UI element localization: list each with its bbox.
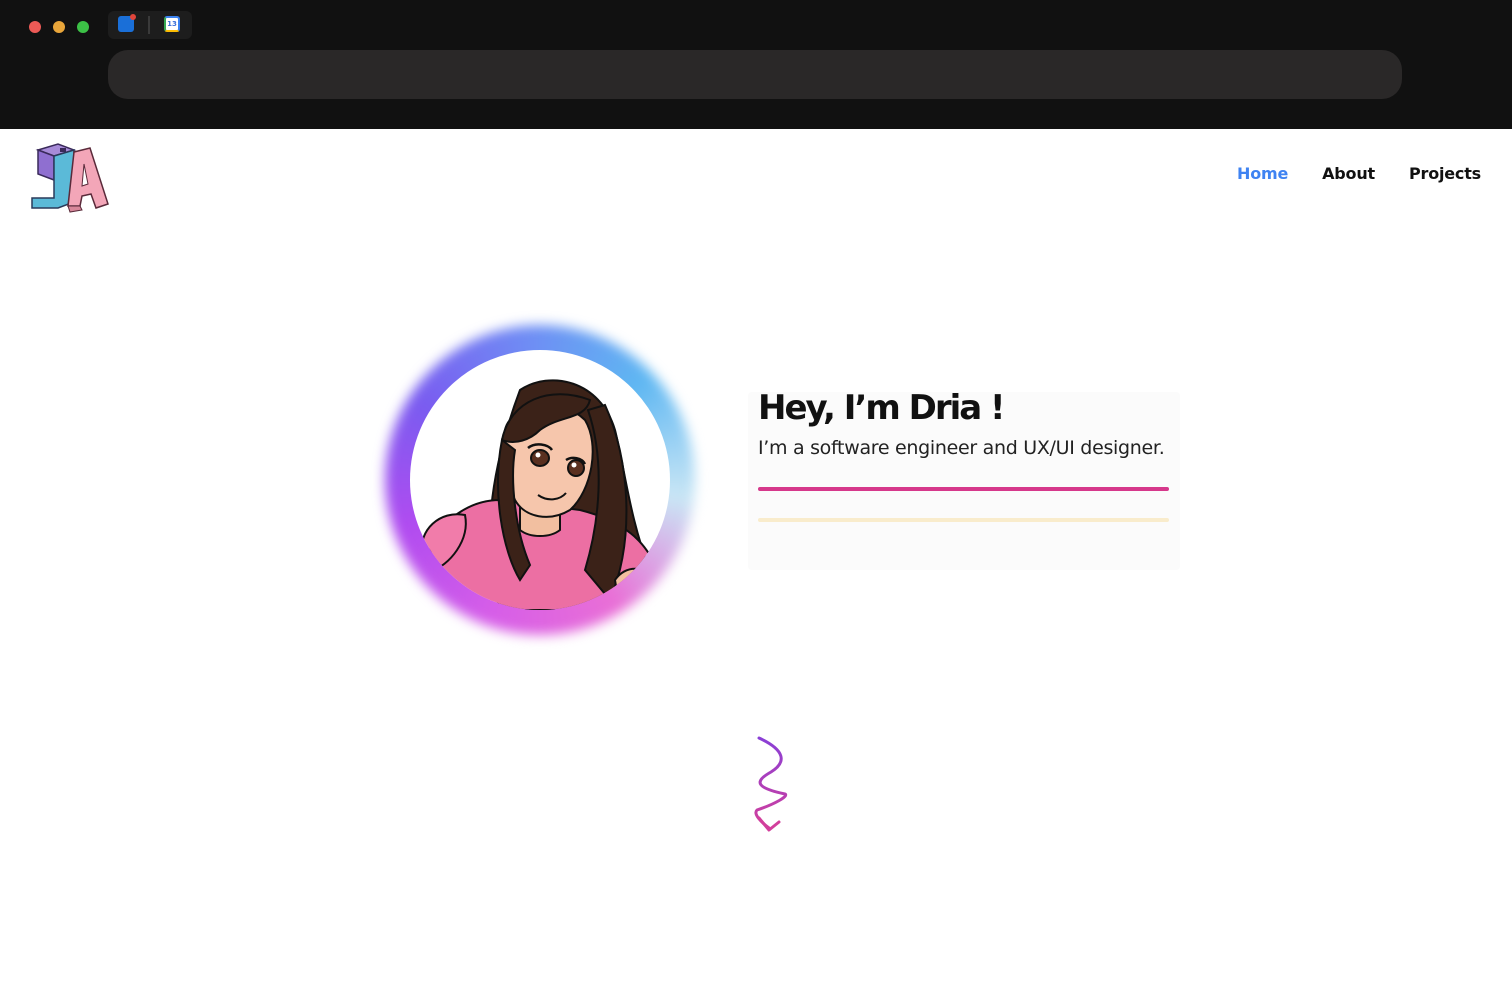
address-bar[interactable] [108, 50, 1402, 99]
accent-line-pink [758, 487, 1169, 491]
ja-logo-icon[interactable] [28, 140, 112, 216]
avatar [380, 320, 700, 640]
minimize-window-button[interactable] [53, 21, 65, 33]
browser-chrome: 13 [0, 0, 1512, 129]
accent-line-cream [758, 518, 1169, 522]
close-window-button[interactable] [29, 21, 41, 33]
hero-title: Hey, I’m Dria ! [758, 388, 1006, 428]
nav-home-link[interactable]: Home [1237, 164, 1288, 183]
hero-subtitle: I’m a software engineer and UX/UI design… [758, 437, 1165, 459]
nav-about-link[interactable]: About [1322, 164, 1375, 183]
nav-projects-link[interactable]: Projects [1409, 164, 1481, 183]
squiggle-arrow-down-icon[interactable] [745, 732, 795, 836]
main-nav: Home About Projects [1237, 164, 1481, 183]
maximize-window-button[interactable] [77, 21, 89, 33]
outlook-icon[interactable] [118, 14, 136, 32]
avatar-illustration [410, 350, 670, 610]
tab-divider [148, 16, 150, 34]
google-calendar-icon[interactable]: 13 [164, 16, 180, 32]
